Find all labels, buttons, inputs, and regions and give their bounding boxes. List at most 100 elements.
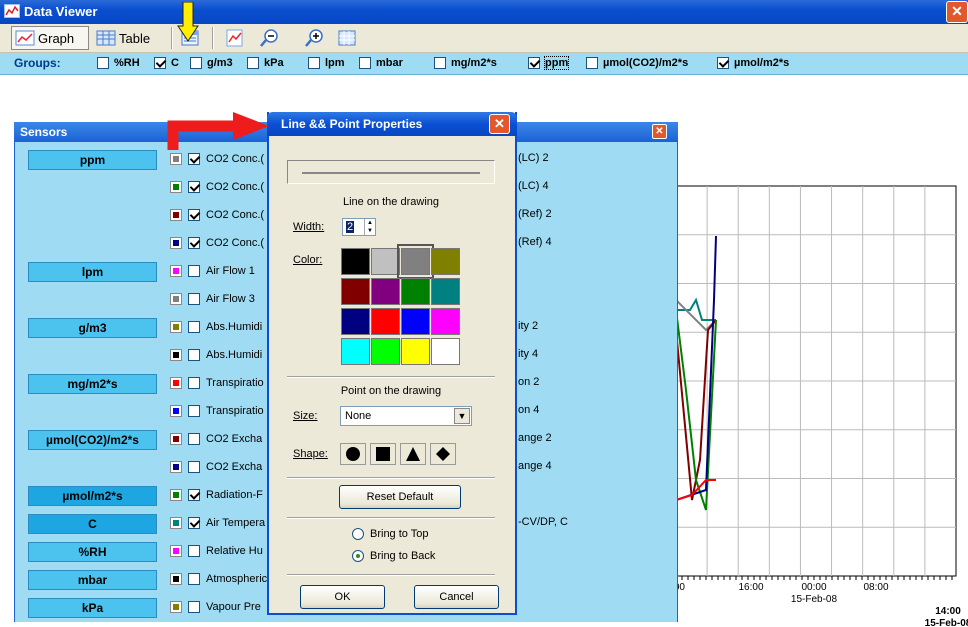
checkbox[interactable] [154, 57, 166, 69]
circle-icon[interactable] [340, 443, 366, 465]
sensor-row[interactable]: Air Flow 3 [170, 291, 281, 307]
sensor-group-button[interactable]: mbar [28, 570, 157, 590]
sensor-group-button[interactable]: kPa [28, 598, 157, 618]
color-swatch[interactable] [170, 601, 182, 613]
checkbox[interactable] [308, 57, 320, 69]
sensor-checkbox[interactable] [188, 489, 200, 501]
sensor-checkbox[interactable] [188, 265, 200, 277]
bring-to-top-radio[interactable]: Bring to Top [352, 528, 429, 540]
color-swatch[interactable] [170, 377, 182, 389]
sensor-checkbox[interactable] [188, 461, 200, 473]
color-swatch-option[interactable] [341, 248, 370, 275]
width-stepper[interactable]: 2 ▲ ▼ [342, 218, 376, 236]
group-filter-1[interactable]: C [154, 57, 179, 69]
reset-default-button[interactable]: Reset Default [339, 485, 461, 509]
sensor-checkbox[interactable] [188, 433, 200, 445]
diamond-icon[interactable] [430, 443, 456, 465]
group-filter-7[interactable]: ppm [528, 56, 570, 70]
sensor-group-button[interactable]: C [28, 514, 157, 534]
color-swatch-option[interactable] [371, 278, 400, 305]
sensor-row[interactable]: Vapour Pre [170, 599, 281, 615]
sensor-checkbox[interactable] [188, 181, 200, 193]
spinner-arrows-icon[interactable]: ▲ ▼ [364, 219, 375, 235]
checkbox[interactable] [247, 57, 259, 69]
color-swatch[interactable] [170, 405, 182, 417]
color-swatch-option[interactable] [341, 308, 370, 335]
sensor-group-button[interactable]: µmol/m2*s [28, 486, 157, 506]
sensor-checkbox[interactable] [188, 349, 200, 361]
sensor-group-button[interactable]: mg/m2*s [28, 374, 157, 394]
checkbox[interactable] [359, 57, 371, 69]
color-swatch-option[interactable] [371, 308, 400, 335]
sensor-row[interactable]: CO2 Conc.( [170, 179, 281, 195]
sensor-row[interactable]: Abs.Humidi [170, 347, 281, 363]
color-swatch[interactable] [170, 489, 182, 501]
line-properties-button[interactable] [222, 26, 248, 50]
sensor-row[interactable]: CO2 Excha [170, 459, 281, 475]
sensor-row[interactable]: CO2 Conc.( [170, 207, 281, 223]
color-swatch[interactable] [170, 545, 182, 557]
sensor-row[interactable]: Relative Hu [170, 543, 281, 559]
color-swatch-option[interactable] [401, 308, 430, 335]
sensor-row[interactable]: Abs.Humidi [170, 319, 281, 335]
color-swatch-option[interactable] [431, 278, 460, 305]
radio-button-selected[interactable] [352, 550, 364, 562]
color-swatch[interactable] [170, 433, 182, 445]
color-swatch[interactable] [170, 349, 182, 361]
sensor-checkbox[interactable] [188, 209, 200, 221]
group-filter-0[interactable]: %RH [97, 57, 140, 69]
sensor-checkbox[interactable] [188, 405, 200, 417]
checkbox[interactable] [190, 57, 202, 69]
zoom-in-button[interactable] [301, 26, 327, 50]
checkbox[interactable] [586, 57, 598, 69]
sensor-row[interactable]: Air Flow 1 [170, 263, 281, 279]
cancel-button[interactable]: Cancel [414, 585, 499, 609]
sensor-checkbox[interactable] [188, 545, 200, 557]
dialog-close-button[interactable]: ✕ [489, 114, 510, 134]
group-filter-4[interactable]: lpm [308, 57, 345, 69]
table-tab-button[interactable]: Table [93, 26, 168, 50]
color-swatch-option[interactable] [401, 338, 430, 365]
color-swatch-option[interactable] [397, 244, 434, 279]
group-filter-3[interactable]: kPa [247, 57, 284, 69]
sensor-row[interactable]: CO2 Conc.( [170, 235, 281, 251]
triangle-icon[interactable] [400, 443, 426, 465]
group-filter-6[interactable]: mg/m2*s [434, 57, 497, 69]
zoom-out-button[interactable] [256, 26, 282, 50]
sensor-group-button[interactable]: g/m3 [28, 318, 157, 338]
checkbox[interactable] [97, 57, 109, 69]
color-swatch[interactable] [170, 181, 182, 193]
size-select[interactable]: None ▼ [340, 406, 472, 426]
color-swatch[interactable] [170, 321, 182, 333]
ok-button[interactable]: OK [300, 585, 385, 609]
color-swatch[interactable] [170, 293, 182, 305]
sensor-group-button[interactable]: ppm [28, 150, 157, 170]
color-swatch[interactable] [170, 237, 182, 249]
color-swatch-option[interactable] [341, 278, 370, 305]
color-swatch-option[interactable] [371, 338, 400, 365]
color-swatch[interactable] [170, 517, 182, 529]
graph-tab-button[interactable]: Graph [11, 26, 89, 50]
sensor-group-button[interactable]: lpm [28, 262, 157, 282]
color-swatch[interactable] [170, 573, 182, 585]
group-filter-8[interactable]: µmol(CO2)/m2*s [586, 57, 688, 69]
sensor-checkbox[interactable] [188, 517, 200, 529]
chart-area[interactable]: :0016:0000:0008:0014:0015-Feb-0815-Feb-0… [676, 76, 968, 627]
sensor-row[interactable]: Atmospheric [170, 571, 281, 587]
sensors-close-button[interactable]: ✕ [652, 124, 667, 139]
checkbox[interactable] [528, 57, 540, 69]
sensor-group-button[interactable]: %RH [28, 542, 157, 562]
color-swatch[interactable] [170, 461, 182, 473]
bring-to-back-radio[interactable]: Bring to Back [352, 550, 435, 562]
color-swatch-option[interactable] [341, 338, 370, 365]
sensor-row[interactable]: Radiation-F [170, 487, 281, 503]
color-swatch-option[interactable] [401, 278, 430, 305]
color-swatch-option[interactable] [431, 308, 460, 335]
window-close-button[interactable]: ✕ [946, 1, 968, 23]
group-filter-5[interactable]: mbar [359, 57, 403, 69]
color-swatch-option[interactable] [431, 338, 460, 365]
checkbox[interactable] [434, 57, 446, 69]
line-chart[interactable]: :0016:0000:0008:0014:0015-Feb-0815-Feb-0… [676, 76, 968, 627]
checkbox[interactable] [717, 57, 729, 69]
chevron-down-icon[interactable]: ▼ [454, 408, 470, 424]
